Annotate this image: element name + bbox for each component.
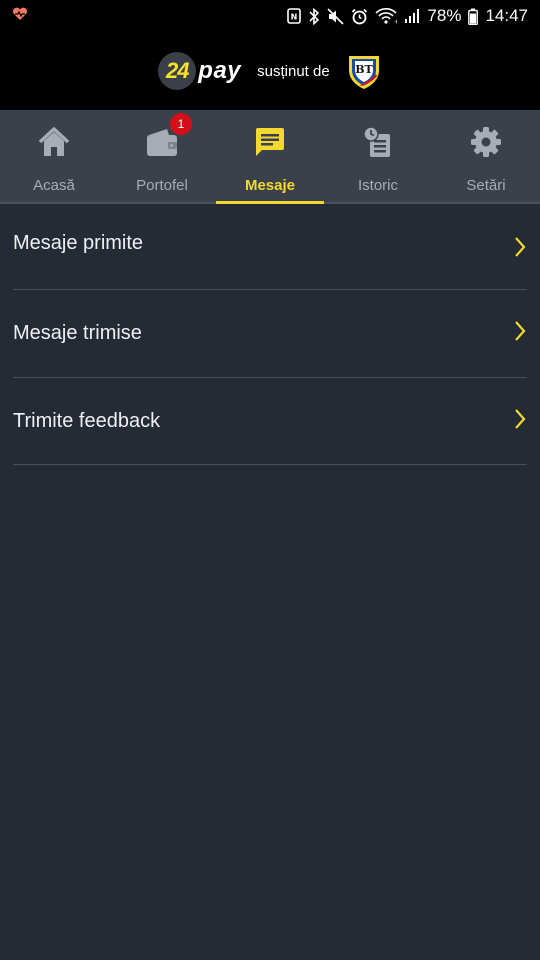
wallet-icon: 1 [145, 112, 193, 160]
main-tab-bar: Acasă 1 Portofel Mesaje Istoric Setări [0, 110, 540, 204]
nfc-icon: N [287, 8, 302, 24]
battery-percent: 78% [427, 6, 462, 25]
tab-label: Portofel [136, 177, 188, 194]
gear-icon [470, 124, 502, 160]
svg-text:+: + [394, 19, 397, 25]
bt-bank-logo: BT [346, 52, 382, 90]
menu-item-sent-messages[interactable]: Mesaje trimise [13, 290, 527, 378]
history-icon [363, 124, 393, 160]
bt-logo-text: BT [355, 63, 373, 76]
menu-item-label: Mesaje trimise [13, 322, 142, 344]
tab-setari[interactable]: Setări [432, 110, 540, 202]
chevron-right-icon [513, 408, 527, 435]
status-bar: N + 78% 14:47 [0, 0, 540, 32]
supported-by-text: susținut de [257, 62, 330, 80]
chevron-right-icon [513, 236, 527, 263]
wifi-icon: + [375, 8, 397, 24]
chevron-right-icon [513, 320, 527, 347]
wallet-badge: 1 [169, 112, 193, 136]
home-icon [37, 124, 71, 160]
app-header: 24 pay susținut de BT [0, 32, 540, 110]
message-icon [254, 124, 286, 160]
clock-time: 14:47 [485, 6, 528, 25]
tab-mesaje[interactable]: Mesaje [216, 110, 324, 204]
logo-number: 24 [158, 52, 197, 90]
signal-icon [404, 8, 420, 24]
battery-icon [468, 8, 479, 25]
menu-item-label: Mesaje primite [13, 232, 144, 254]
tab-portofel[interactable]: 1 Portofel [108, 110, 216, 202]
24pay-logo: 24 pay [158, 52, 241, 90]
logo-word: pay [198, 57, 242, 84]
tab-label: Istoric [357, 177, 398, 194]
svg-text:N: N [291, 13, 298, 22]
tab-label: Acasă [33, 177, 75, 194]
menu-item-send-feedback[interactable]: Trimite feedback [13, 378, 527, 465]
tab-istoric[interactable]: Istoric [324, 110, 432, 202]
alarm-icon [351, 8, 368, 25]
health-heart-icon [12, 6, 28, 26]
menu-item-received-messages[interactable]: Mesaje primite [13, 204, 527, 290]
tab-label: Setări [466, 177, 506, 194]
messages-menu: Mesaje primite Mesaje trimise Trimite fe… [0, 204, 540, 465]
menu-item-label: Trimite feedback [13, 409, 161, 432]
mute-icon [327, 7, 344, 25]
bluetooth-icon [308, 7, 320, 25]
tab-label: Mesaje [244, 177, 296, 194]
tab-acasa[interactable]: Acasă [0, 110, 108, 202]
